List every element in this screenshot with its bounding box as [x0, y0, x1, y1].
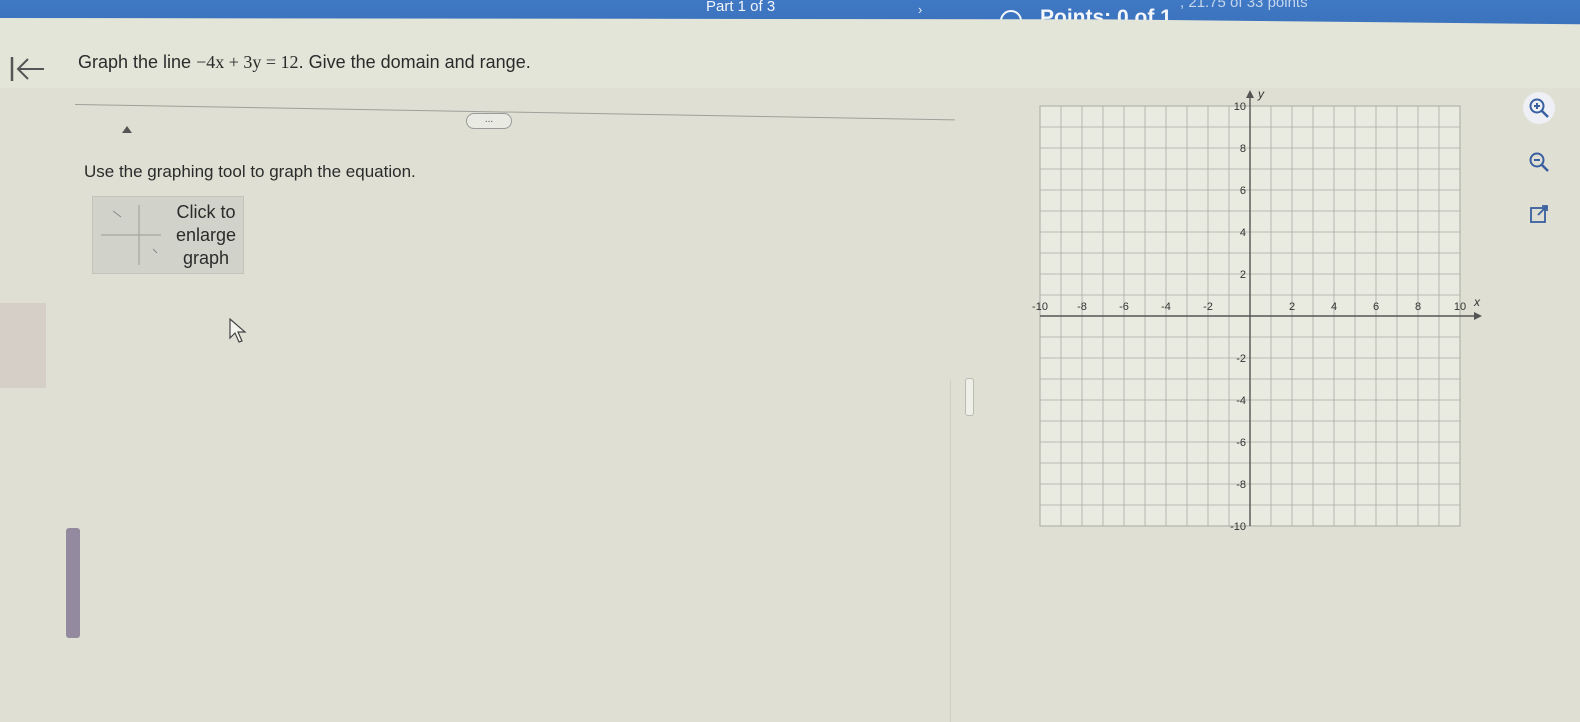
instruction-text: Use the graphing tool to graph the equat…: [84, 162, 416, 181]
expand-graph-button[interactable]: [1523, 198, 1555, 230]
y-tick-label: 2: [1240, 269, 1246, 281]
scrollbar-thumb[interactable]: [66, 528, 80, 638]
y-tick-label: 10: [1234, 101, 1246, 113]
question-prefix: Graph the line: [78, 52, 192, 72]
mouse-pointer-icon: [229, 318, 247, 343]
x-tick-label: 10: [1454, 301, 1466, 313]
zoom-in-icon: [1529, 98, 1549, 118]
back-to-start-icon[interactable]: [8, 52, 48, 86]
y-tick-label: -10: [1230, 521, 1246, 533]
pane-divider: [950, 380, 951, 722]
y-tick-label: -6: [1236, 437, 1246, 449]
question-suffix: . Give the domain and range.: [298, 52, 531, 72]
x-tick-label: 2: [1289, 301, 1295, 313]
enlarge-graph-label: Click to enlarge graph: [175, 202, 237, 268]
question-text: Graph the line −4x + 3y = 12. Give the d…: [78, 52, 531, 73]
y-tick-label: 6: [1240, 185, 1246, 197]
x-tick-label: -4: [1161, 301, 1171, 313]
collapse-icon[interactable]: [122, 126, 132, 133]
score-summary: , 21.75 of 33 points: [1180, 0, 1308, 11]
x-tick-label: 4: [1331, 301, 1337, 313]
chevron-right-icon[interactable]: ›: [918, 2, 922, 17]
y-tick-label: -8: [1236, 479, 1246, 491]
zoom-out-icon: [1529, 152, 1549, 172]
x-tick-label: -8: [1077, 301, 1087, 313]
x-axis-arrow-icon: [1474, 312, 1482, 320]
pane-resize-handle[interactable]: [965, 378, 974, 416]
graph-thumbnail-icon: [101, 205, 161, 265]
y-tick-label: 8: [1240, 143, 1246, 155]
graphing-tool[interactable]: -10 -8 -6 -4 -2 2 4 6 8 10 10 8 6 4 2 -2 -4 -6 -8 -10 x y: [1020, 82, 1510, 542]
x-axis-label: x: [1473, 295, 1481, 309]
y-axis-arrow-icon: [1246, 90, 1254, 98]
more-button[interactable]: ...: [466, 113, 512, 129]
expand-icon: [1530, 205, 1548, 223]
left-panel-tab: [0, 303, 46, 388]
x-tick-label: -2: [1203, 301, 1213, 313]
y-tick-label: -2: [1236, 353, 1246, 365]
section-divider: [74, 104, 955, 121]
x-tick-label: -6: [1119, 301, 1129, 313]
x-tick-label: -10: [1032, 301, 1048, 313]
zoom-out-button[interactable]: [1523, 146, 1555, 178]
question-equation: −4x + 3y = 12: [196, 52, 299, 72]
enlarge-graph-button[interactable]: Click to enlarge graph: [92, 196, 244, 274]
y-tick-label: 4: [1240, 227, 1246, 239]
y-tick-label: -4: [1236, 395, 1246, 407]
x-tick-label: 8: [1415, 301, 1421, 313]
part-indicator: Part 1 of 3: [706, 0, 776, 15]
y-axis-label: y: [1257, 87, 1265, 101]
x-tick-label: 6: [1373, 301, 1379, 313]
zoom-in-button[interactable]: [1523, 92, 1555, 124]
